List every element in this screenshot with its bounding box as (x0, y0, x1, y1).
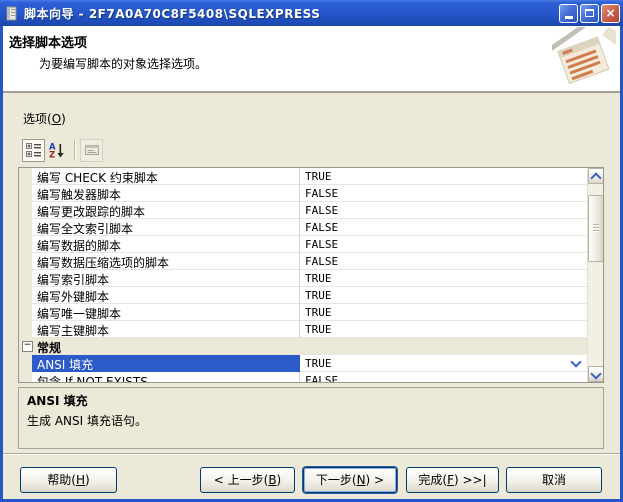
property-name[interactable]: 编写外键脚本 (32, 287, 300, 304)
grid-row[interactable]: 编写触发器脚本FALSE (19, 185, 587, 202)
row-indent (19, 287, 32, 304)
property-name[interactable]: 编写索引脚本 (32, 270, 300, 287)
minimize-icon (565, 16, 573, 19)
property-name[interactable]: ANSI 填充 (32, 355, 300, 372)
property-name[interactable]: 编写数据的脚本 (32, 236, 300, 253)
grid-row[interactable]: 编写索引脚本TRUE (19, 270, 587, 287)
property-value[interactable]: FALSE (300, 372, 587, 382)
maximize-icon (585, 9, 594, 17)
chevron-down-icon (590, 368, 601, 379)
maximize-button[interactable] (580, 4, 599, 23)
property-value[interactable]: FALSE (300, 202, 587, 219)
property-value[interactable]: TRUE (300, 304, 587, 321)
row-indent (19, 219, 32, 236)
cancel-button[interactable]: 取消 (506, 467, 602, 493)
categorized-icon (26, 142, 42, 158)
property-value[interactable]: TRUE (300, 270, 587, 287)
script-scroll-icon (5, 6, 20, 21)
property-name[interactable]: 编写数据压缩选项的脚本 (32, 253, 300, 270)
scroll-down-button[interactable] (588, 366, 604, 382)
property-name[interactable]: 包含 If NOT EXISTS (32, 372, 300, 382)
options-label: 选项(O) (23, 110, 66, 127)
description-text: 生成 ANSI 填充语句。 (27, 412, 595, 429)
property-value[interactable]: FALSE (300, 236, 587, 253)
finish-button[interactable]: 完成(F) >>| (406, 467, 499, 493)
back-button[interactable]: < 上一步(B) (200, 467, 295, 493)
script-wizard-window: 脚本向导 - 2F7A0A70C8F5408\SQLEXPRESS × 选择脚本… (0, 0, 623, 502)
row-indent (19, 321, 32, 338)
description-title: ANSI 填充 (27, 392, 595, 409)
description-panel: ANSI 填充 生成 ANSI 填充语句。 (18, 387, 604, 449)
alphabetical-sort-button[interactable]: A Z (45, 139, 68, 162)
scrollbar-thumb[interactable] (588, 195, 604, 262)
grid-rows: 编写 CHECK 约束脚本TRUE编写触发器脚本FALSE编写更改跟踪的脚本FA… (19, 168, 587, 382)
grid-row[interactable]: 编写唯一键脚本TRUE (19, 304, 587, 321)
footer-divider (3, 453, 620, 455)
help-button[interactable]: 帮助(H) (20, 467, 117, 493)
row-indent (19, 253, 32, 270)
row-indent (19, 304, 32, 321)
category-row[interactable]: −常规 (19, 338, 587, 355)
row-indent (19, 372, 32, 382)
property-value[interactable]: TRUE (300, 321, 587, 338)
property-name[interactable]: 编写更改跟踪的脚本 (32, 202, 300, 219)
property-grid: 编写 CHECK 约束脚本TRUE编写触发器脚本FALSE编写更改跟踪的脚本FA… (18, 167, 604, 383)
category-label: 常规 (37, 338, 61, 354)
wizard-header: 选择脚本选项 为要编写脚本的对象选择选项。 (3, 26, 620, 93)
property-pages-button (80, 139, 103, 162)
toolbar-separator (74, 140, 76, 160)
row-indent (19, 202, 32, 219)
property-pages-icon (84, 142, 100, 158)
categorized-button[interactable] (22, 139, 45, 162)
close-button[interactable]: × (601, 4, 620, 23)
title-bar: 脚本向导 - 2F7A0A70C8F5408\SQLEXPRESS × (0, 0, 623, 26)
grid-row[interactable]: 包含 If NOT EXISTSFALSE (19, 372, 587, 382)
collapse-icon[interactable]: − (22, 341, 33, 352)
property-value[interactable]: FALSE (300, 219, 587, 236)
grid-row[interactable]: 编写全文索引脚本FALSE (19, 219, 587, 236)
grid-row[interactable]: ANSI 填充TRUE (19, 355, 587, 372)
grid-toolbar: A Z (22, 138, 103, 162)
property-value[interactable]: FALSE (300, 253, 587, 270)
property-name[interactable]: 编写触发器脚本 (32, 185, 300, 202)
next-button[interactable]: 下一步(N) > (303, 467, 397, 493)
scroll-up-button[interactable] (588, 168, 604, 184)
grid-row[interactable]: 编写外键脚本TRUE (19, 287, 587, 304)
property-name[interactable]: 编写 CHECK 约束脚本 (32, 168, 300, 185)
grid-row[interactable]: 编写数据的脚本FALSE (19, 236, 587, 253)
row-indent (19, 270, 32, 287)
wizard-scroll-art-icon (552, 27, 616, 91)
window-title: 脚本向导 - 2F7A0A70C8F5408\SQLEXPRESS (24, 5, 557, 22)
row-indent (19, 236, 32, 253)
row-indent (19, 355, 32, 372)
property-name[interactable]: 编写唯一键脚本 (32, 304, 300, 321)
property-name[interactable]: 编写主键脚本 (32, 321, 300, 338)
close-icon: × (605, 7, 615, 19)
property-value[interactable]: TRUE (300, 287, 587, 304)
property-value[interactable]: TRUE (300, 168, 587, 185)
grid-row[interactable]: 编写更改跟踪的脚本FALSE (19, 202, 587, 219)
property-value[interactable]: TRUE (300, 355, 587, 372)
page-title: 选择脚本选项 (9, 32, 87, 51)
minimize-button[interactable] (559, 4, 578, 23)
row-indent (19, 168, 32, 185)
page-subtitle: 为要编写脚本的对象选择选项。 (39, 55, 207, 72)
svg-text:Z: Z (49, 151, 55, 159)
row-indent (19, 185, 32, 202)
alphabetical-sort-icon: A Z (49, 142, 65, 158)
property-value[interactable]: FALSE (300, 185, 587, 202)
grid-row[interactable]: 编写主键脚本TRUE (19, 321, 587, 338)
chevron-up-icon (590, 172, 601, 183)
grid-row[interactable]: 编写 CHECK 约束脚本TRUE (19, 168, 587, 185)
property-name[interactable]: 编写全文索引脚本 (32, 219, 300, 236)
vertical-scrollbar[interactable] (587, 168, 603, 382)
dialog-content: 选择脚本选项 为要编写脚本的对象选择选项。 选项(O) (3, 26, 620, 499)
dropdown-icon[interactable] (570, 356, 581, 367)
grid-row[interactable]: 编写数据压缩选项的脚本FALSE (19, 253, 587, 270)
